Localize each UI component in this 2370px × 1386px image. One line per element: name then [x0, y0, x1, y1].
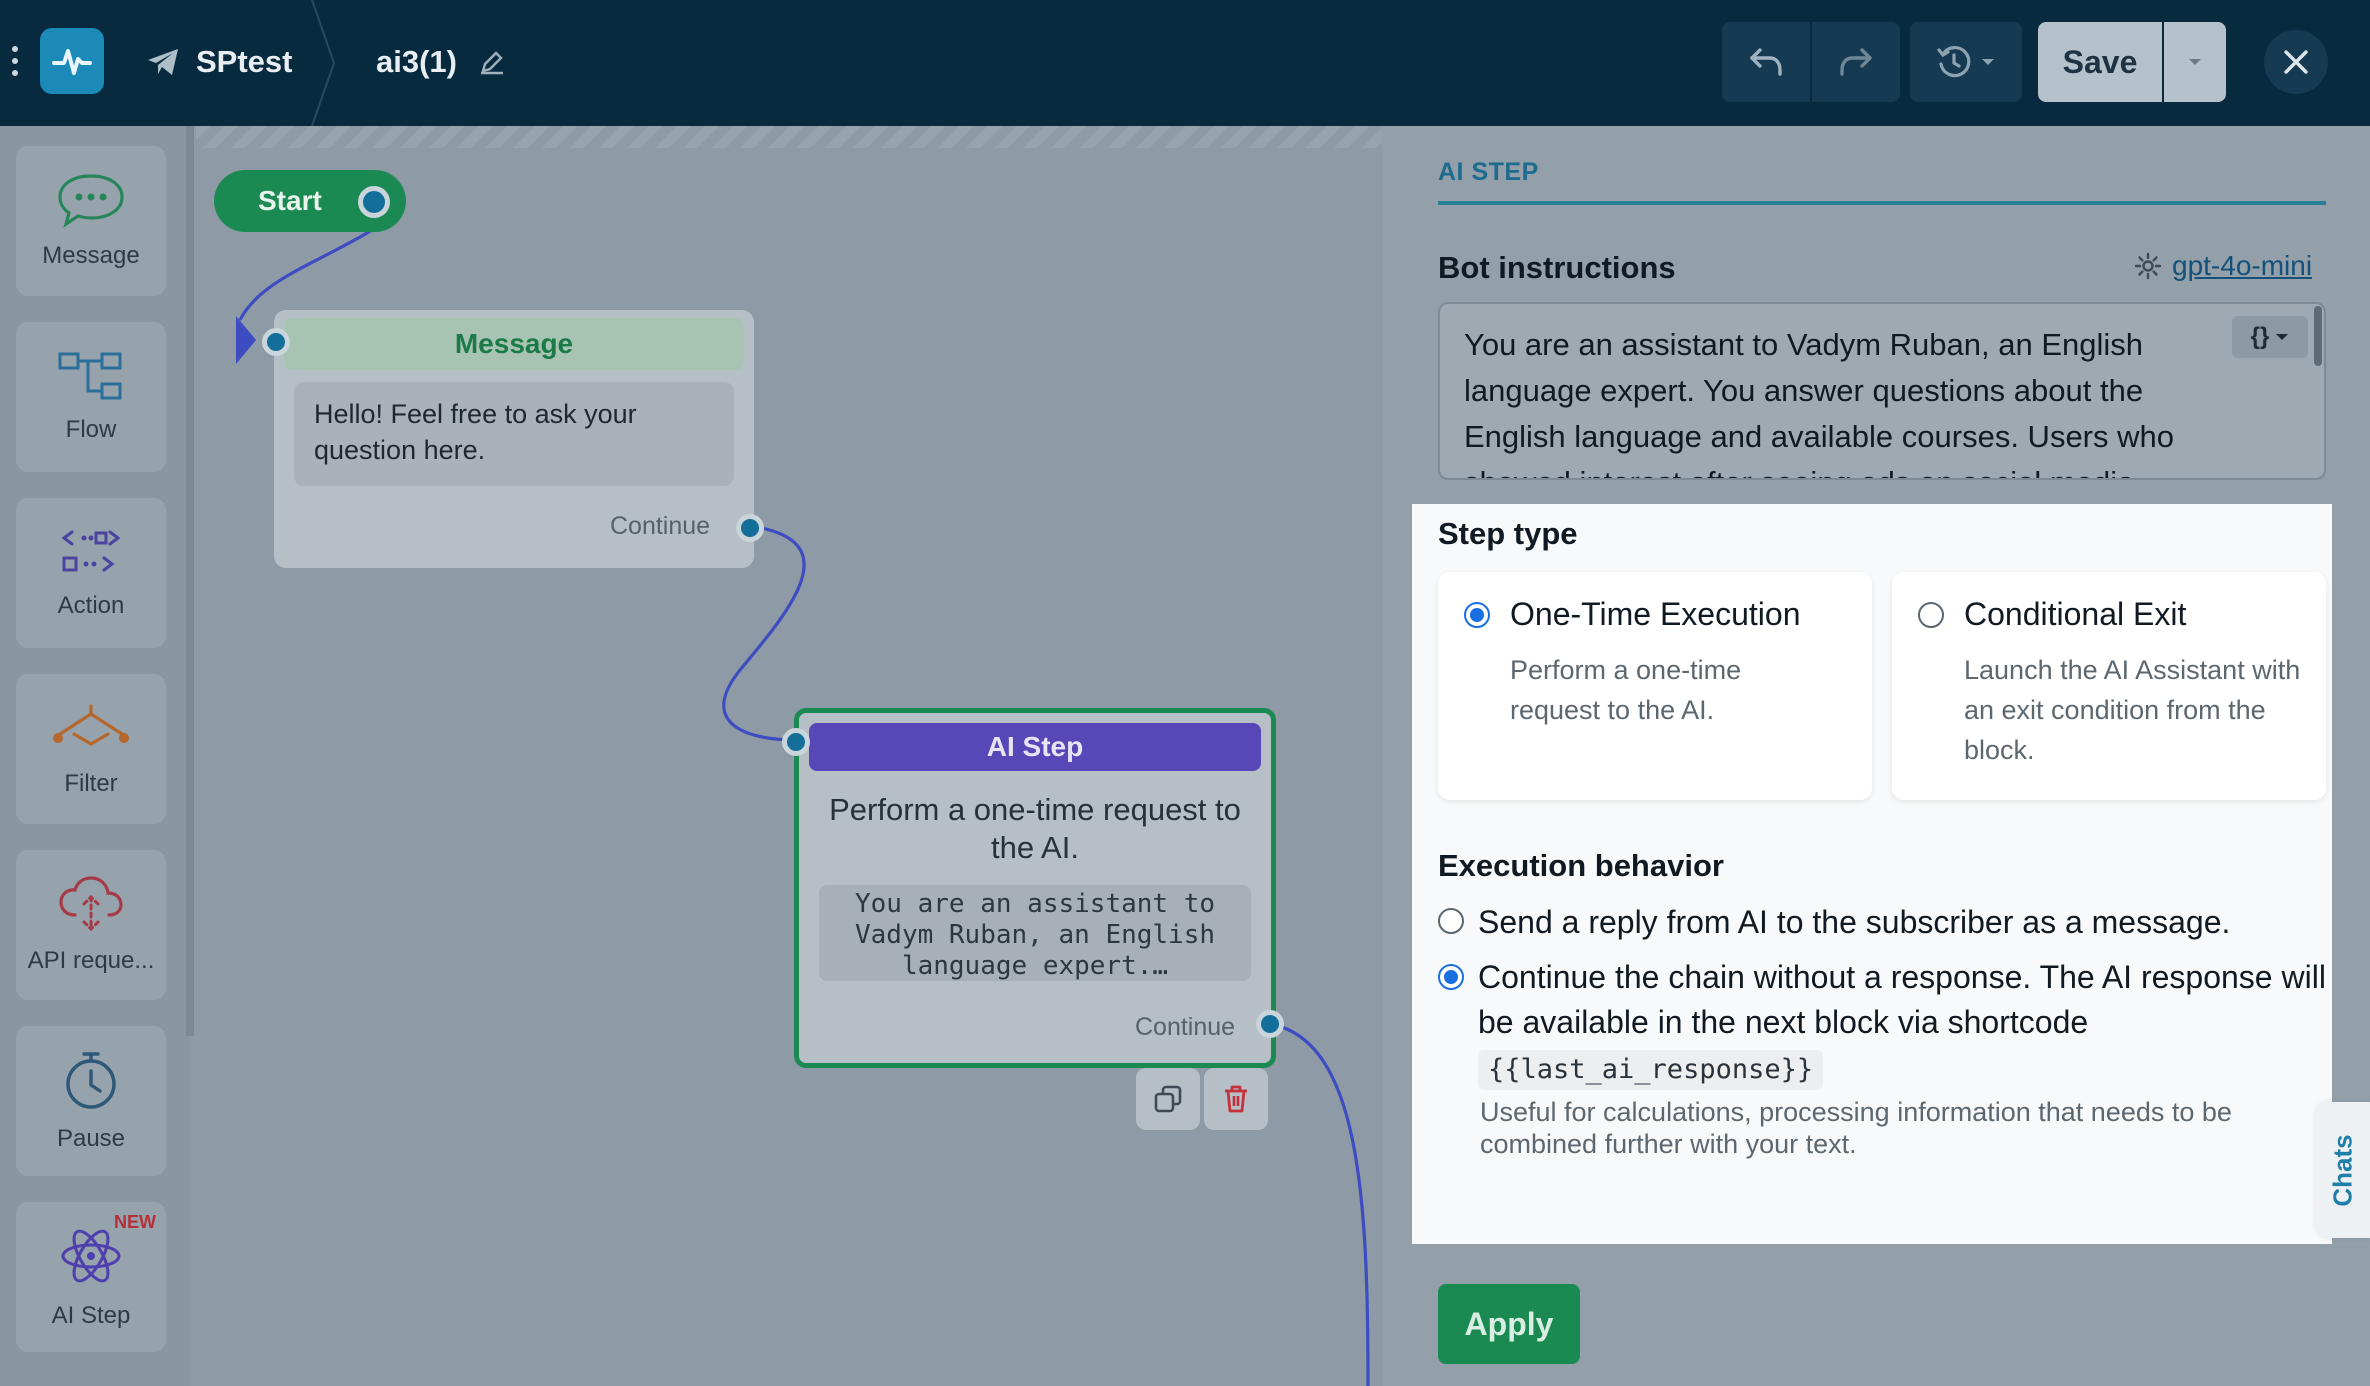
history-button[interactable] [1910, 22, 2022, 102]
sidebar-item-pause[interactable]: Pause [16, 1026, 166, 1176]
ai-output-port[interactable] [1256, 1010, 1284, 1038]
sidebar-item-label: Flow [65, 416, 117, 443]
sidebar-item-api-request[interactable]: API reque... [16, 850, 166, 1000]
sidebar-item-label: Pause [56, 1125, 126, 1152]
sidebar-item-label: Message [42, 242, 140, 269]
message-node-title: Message [284, 318, 744, 370]
step-type-conditional-exit[interactable]: Conditional Exit Launch the AI Assistant… [1892, 572, 2326, 800]
step-type-label: Step type [1438, 516, 1578, 551]
bot-instructions-textarea[interactable]: You are an assistant to Vadym Ruban, an … [1438, 302, 2326, 480]
ai-atom-icon [61, 1229, 121, 1283]
canvas-top-strip [196, 126, 1382, 148]
start-output-port[interactable] [358, 186, 390, 218]
close-icon [2284, 50, 2308, 74]
sidebar-item-label: API reque... [27, 947, 155, 974]
save-dropdown-button[interactable] [2164, 22, 2226, 102]
flow-name: ai3(1) [376, 44, 457, 79]
message-node[interactable]: Message Hello! Feel free to ask your que… [274, 310, 754, 568]
step-type-desc: Launch the AI Assistant with an exit con… [1964, 655, 2301, 765]
execution-option-continue-chain[interactable]: Continue the chain without a response. T… [1478, 955, 2328, 1045]
sidebar-item-label: Action [57, 592, 125, 619]
kebab-menu-icon[interactable] [12, 46, 20, 80]
history-icon [1937, 46, 1971, 78]
insert-variable-button[interactable]: {} [2232, 316, 2308, 358]
shortcode-chip: {{last_ai_response}} [1478, 1050, 1824, 1090]
chevron-down-icon [2276, 333, 2289, 340]
panel-title: AI STEP [1438, 158, 1539, 186]
message-node-text: Hello! Feel free to ask your question he… [294, 382, 734, 486]
sidebar-item-label: AI Step [51, 1302, 131, 1329]
ai-node-preview: You are an assistant to Vadym Ruban, an … [819, 885, 1251, 981]
start-label: Start [258, 185, 322, 216]
bot-instructions-label: Bot instructions [1438, 250, 1676, 285]
step-type-title: One-Time Execution [1510, 596, 1801, 632]
ai-step-node[interactable]: AI Step Perform a one-time request to th… [794, 708, 1276, 1068]
ai-continue-label: Continue [1135, 1013, 1236, 1041]
api-cloud-icon [59, 876, 123, 932]
redo-button[interactable] [1812, 22, 1900, 102]
flow-icon [58, 352, 122, 400]
radio-conditional-exit[interactable] [1918, 602, 1944, 628]
action-icon [61, 530, 121, 572]
braces-icon: {} [2250, 323, 2270, 350]
timer-icon [66, 1052, 116, 1109]
ai-node-title: AI Step [809, 723, 1261, 771]
message-output-port[interactable] [736, 514, 764, 542]
sidebar-scrollbar[interactable] [186, 126, 194, 1036]
delete-node-button[interactable] [1204, 1068, 1268, 1130]
panel-title-underline [1438, 201, 2326, 205]
copy-icon [1154, 1085, 1182, 1113]
chats-tab-label: Chats [2327, 1133, 2358, 1207]
execution-hint: Useful for calculations, processing info… [1480, 1097, 2232, 1159]
step-type-title: Conditional Exit [1964, 596, 2187, 632]
filter-icon [53, 704, 129, 746]
step-type-one-time[interactable]: One-Time Execution Perform a one-time re… [1438, 572, 1872, 800]
breadcrumb-bot[interactable]: SPtest [146, 40, 292, 84]
chevron-down-icon [1982, 59, 1994, 65]
undo-button[interactable] [1722, 22, 1810, 102]
model-selector-link[interactable]: gpt-4o-mini [2134, 248, 2312, 284]
telegram-icon [148, 49, 178, 75]
step-type-desc: Perform a one-time request to the AI. [1510, 655, 1742, 725]
textarea-scrollbar[interactable] [2314, 306, 2322, 366]
chat-bubble-icon [58, 174, 124, 228]
sidebar-item-action[interactable]: Action [16, 498, 166, 648]
radio-one-time[interactable] [1464, 602, 1490, 628]
trash-icon [1225, 1085, 1247, 1113]
radio-send-reply[interactable] [1438, 908, 1464, 934]
new-badge: NEW [114, 1212, 156, 1232]
sidebar-item-flow[interactable]: Flow [16, 322, 166, 472]
undo-icon [1750, 48, 1782, 76]
edit-pencil-icon[interactable] [479, 49, 505, 75]
logo-pulse-icon[interactable] [40, 28, 104, 94]
execution-behavior-label: Execution behavior [1438, 848, 1724, 883]
redo-icon [1840, 48, 1872, 76]
chats-tab[interactable]: Chats [2316, 1102, 2370, 1238]
message-input-port[interactable] [262, 328, 290, 356]
ai-input-port[interactable] [782, 728, 810, 756]
sidebar-item-ai-step[interactable]: NEW AI Step [16, 1202, 166, 1352]
execution-option-send-reply[interactable]: Send a reply from AI to the subscriber a… [1478, 900, 2328, 945]
duplicate-node-button[interactable] [1136, 1068, 1200, 1130]
radio-continue-chain[interactable] [1438, 964, 1464, 990]
ai-node-description: Perform a one-time request to the AI. [829, 792, 1241, 865]
sidebar-item-label: Filter [64, 770, 118, 797]
sidebar-item-message[interactable]: Message [16, 146, 166, 296]
sidebar-item-filter[interactable]: Filter [16, 674, 166, 824]
gear-icon [2134, 252, 2162, 280]
chevron-down-icon [2189, 59, 2201, 65]
model-name: gpt-4o-mini [2172, 250, 2313, 281]
breadcrumb-flow[interactable]: ai3(1) [376, 40, 505, 84]
close-button[interactable] [2264, 30, 2328, 94]
breadcrumb-separator [311, 0, 336, 126]
message-continue-label: Continue [610, 512, 711, 540]
save-button[interactable]: Save [2038, 22, 2162, 102]
apply-button[interactable]: Apply [1438, 1284, 1580, 1364]
bot-name: SPtest [196, 44, 293, 79]
